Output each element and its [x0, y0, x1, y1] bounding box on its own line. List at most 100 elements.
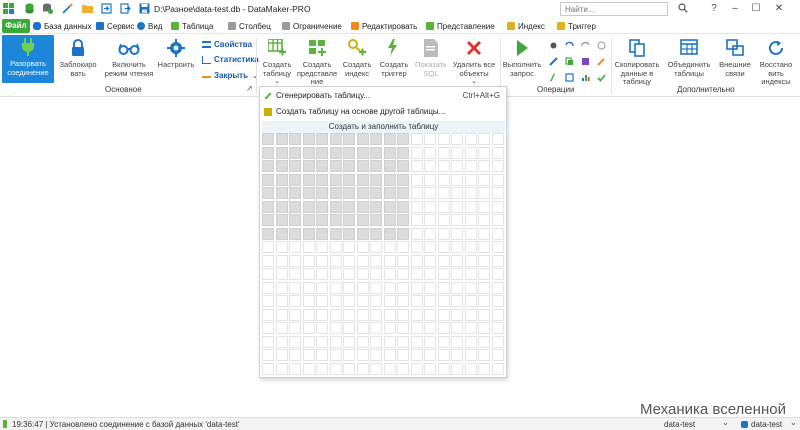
grid-cell[interactable] [383, 214, 396, 226]
grid-cell[interactable] [491, 187, 504, 199]
grid-cell[interactable] [275, 227, 288, 240]
grid-cell[interactable] [329, 295, 342, 307]
grid-cell[interactable] [397, 214, 409, 226]
grid-cell[interactable] [329, 214, 342, 226]
brush-icon[interactable] [597, 57, 606, 66]
grid-cell[interactable] [275, 187, 288, 199]
grid-cell[interactable] [424, 335, 436, 348]
grid-cell[interactable] [302, 133, 315, 145]
grid-cell[interactable] [275, 322, 288, 334]
grid-cell[interactable] [451, 241, 463, 253]
create-index-button[interactable]: Создать индекс [339, 36, 375, 78]
save-icon[interactable] [139, 3, 150, 14]
undo-icon[interactable] [565, 41, 574, 50]
grid-cell[interactable] [464, 308, 477, 321]
grid-cell[interactable] [289, 254, 301, 267]
grid-cell[interactable] [451, 187, 463, 199]
grid-cell[interactable] [356, 281, 369, 294]
grid-cell[interactable] [491, 133, 504, 145]
grid-cell[interactable] [262, 308, 274, 321]
grid-cell[interactable] [329, 335, 342, 348]
grid-cell[interactable] [302, 146, 315, 159]
create-view-button[interactable]: Создать представле ние [296, 36, 338, 87]
grid-cell[interactable] [478, 227, 490, 240]
grid-cell[interactable] [329, 173, 342, 186]
grid-cell[interactable] [437, 254, 450, 267]
grid-cell[interactable] [383, 187, 396, 199]
grid-cell[interactable] [383, 281, 396, 294]
grid-cell[interactable] [356, 268, 369, 280]
grid-cell[interactable] [424, 173, 436, 186]
grid-cell[interactable] [383, 133, 396, 145]
grid-cell[interactable] [343, 254, 355, 267]
chevron-down-icon[interactable]: ⌄ [722, 418, 729, 427]
grid-cell[interactable] [424, 214, 436, 226]
grid-cell[interactable] [370, 133, 382, 145]
grid-cell[interactable] [410, 187, 423, 199]
delete-all-button[interactable]: Удалить все объекты ⌄ [452, 36, 496, 87]
grid-cell[interactable] [397, 268, 409, 280]
grid-cell[interactable] [478, 173, 490, 186]
grid-cell[interactable] [437, 241, 450, 253]
menu-view-object[interactable]: Представление [426, 20, 495, 32]
grid-cell[interactable] [370, 173, 382, 186]
grid-cell[interactable] [451, 214, 463, 226]
grid-cell[interactable] [397, 187, 409, 199]
grid-cell[interactable] [397, 308, 409, 321]
grid-cell[interactable] [370, 187, 382, 199]
grid-cell[interactable] [370, 227, 382, 240]
grid-cell[interactable] [410, 200, 423, 213]
grid-cell[interactable] [464, 322, 477, 334]
grid-cell[interactable] [289, 281, 301, 294]
grid-cell[interactable] [329, 268, 342, 280]
grid-cell[interactable] [275, 281, 288, 294]
grid-cell[interactable] [370, 281, 382, 294]
grid-cell[interactable] [316, 160, 328, 172]
grid-cell[interactable] [316, 335, 328, 348]
grid-cell[interactable] [275, 200, 288, 213]
chevron-down-icon[interactable]: ⌄ [790, 418, 797, 427]
grid-cell[interactable] [383, 146, 396, 159]
grid-cell[interactable] [343, 295, 355, 307]
grid-cell[interactable] [316, 227, 328, 240]
merge-tables-button[interactable]: Объединить таблицы [665, 36, 713, 78]
grid-cell[interactable] [329, 160, 342, 172]
menu-column[interactable]: Столбец [228, 20, 271, 32]
grid-cell[interactable] [464, 241, 477, 253]
grid-cell[interactable] [478, 214, 490, 226]
grid-cell[interactable] [437, 146, 450, 159]
grid-cell[interactable] [262, 173, 274, 186]
grid-cell[interactable] [356, 308, 369, 321]
grid-cell[interactable] [410, 308, 423, 321]
grid-cell[interactable] [437, 349, 450, 361]
create-from-other-item[interactable]: Создать таблицу на основе другой таблицы… [262, 105, 504, 118]
grid-cell[interactable] [370, 241, 382, 253]
grid-cell[interactable] [464, 160, 477, 172]
grid-cell[interactable] [302, 173, 315, 186]
grid-cell[interactable] [478, 187, 490, 199]
grid-cell[interactable] [289, 362, 301, 375]
grid-cell[interactable] [262, 160, 274, 172]
grid-cell[interactable] [302, 362, 315, 375]
grid-cell[interactable] [478, 362, 490, 375]
grid-cell[interactable] [262, 362, 274, 375]
grid-cell[interactable] [410, 362, 423, 375]
grid-cell[interactable] [464, 214, 477, 226]
restore-indexes-button[interactable]: Восстано вить индексы [756, 36, 796, 87]
grid-cell[interactable] [464, 349, 477, 361]
grid-cell[interactable] [262, 241, 274, 253]
grid-cell[interactable] [316, 322, 328, 334]
folder-open-icon[interactable] [82, 3, 93, 14]
grid-cell[interactable] [316, 133, 328, 145]
grid-cell[interactable] [356, 362, 369, 375]
export-icon[interactable] [120, 3, 131, 14]
import-icon[interactable] [101, 3, 112, 14]
grid-cell[interactable] [302, 200, 315, 213]
grid-cell[interactable] [302, 281, 315, 294]
grid-cell[interactable] [383, 200, 396, 213]
grid-cell[interactable] [410, 146, 423, 159]
note-icon[interactable] [581, 57, 590, 66]
grid-cell[interactable] [491, 308, 504, 321]
grid-cell[interactable] [424, 227, 436, 240]
grid-cell[interactable] [383, 160, 396, 172]
